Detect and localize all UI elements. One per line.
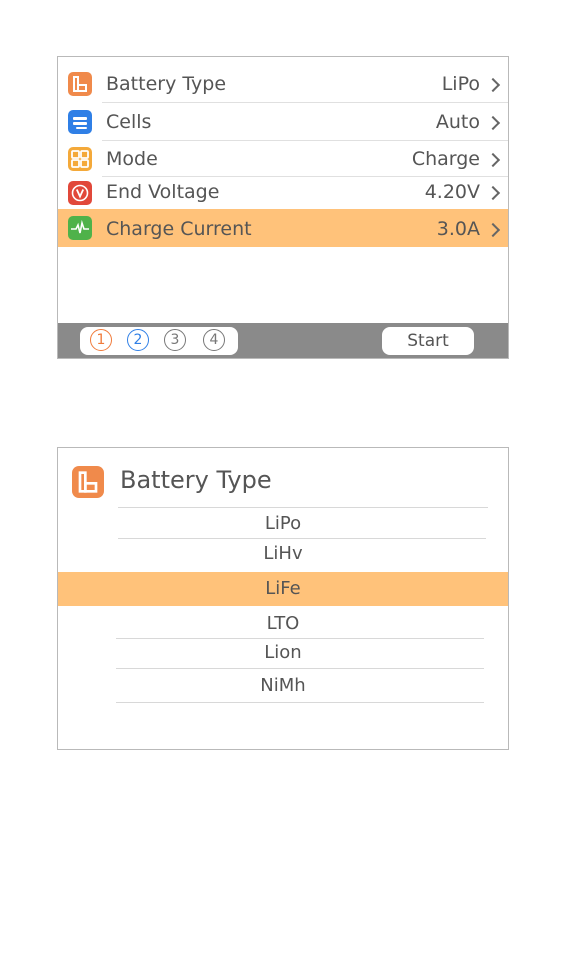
cells-icon [68,110,92,134]
setting-row-cells[interactable]: Cells Auto [58,103,508,141]
voltage-icon [68,181,92,205]
chevron-right-icon [485,115,501,131]
step-1[interactable]: 1 [90,329,112,351]
step-3[interactable]: 3 [164,329,186,351]
charger-settings-screen: Battery Type LiPo Cells Auto Mode Charge… [57,56,509,359]
chevron-right-icon [485,185,501,201]
setting-value: 4.20V [424,181,480,203]
battery-icon [72,466,104,498]
step-4[interactable]: 4 [203,329,225,351]
option-lipo[interactable]: LiPo [58,510,508,538]
setting-row-charge-current[interactable]: Charge Current 3.0A [58,209,508,247]
option-lion[interactable]: Lion [58,639,508,667]
mode-grid-icon [68,147,92,171]
setting-label: Battery Type [106,73,227,95]
step-indicator: 1 2 3 4 [80,327,238,355]
setting-value: Charge [411,148,480,170]
setting-row-mode[interactable]: Mode Charge [58,141,508,177]
option-lihv[interactable]: LiHv [58,540,508,568]
setting-row-end-voltage[interactable]: End Voltage 4.20V [58,177,508,209]
setting-label: Cells [106,111,152,133]
battery-icon [68,72,92,96]
divider [116,668,484,669]
option-life[interactable]: LiFe [58,572,508,606]
setting-label: Charge Current [106,218,252,240]
start-button[interactable]: Start [382,327,474,355]
bottom-toolbar: 1 2 3 4 Start [58,323,508,358]
setting-label: Mode [106,148,158,170]
setting-value: 3.0A [436,218,480,240]
chevron-right-icon [485,152,501,168]
divider [118,538,486,539]
setting-value: LiPo [441,73,480,95]
option-nimh[interactable]: NiMh [58,672,508,700]
current-waveform-icon [68,216,92,240]
divider [116,702,484,703]
setting-row-battery-type[interactable]: Battery Type LiPo [58,65,508,103]
step-2[interactable]: 2 [127,329,149,351]
chevron-right-icon [485,222,501,238]
picker-title: Battery Type [120,466,272,494]
battery-type-picker-screen: Battery Type LiPo LiHv LiFe LTO Lion NiM… [57,447,509,750]
chevron-right-icon [485,77,501,93]
divider [118,507,488,508]
option-lto[interactable]: LTO [58,610,508,638]
setting-value: Auto [435,111,480,133]
setting-label: End Voltage [106,181,220,203]
